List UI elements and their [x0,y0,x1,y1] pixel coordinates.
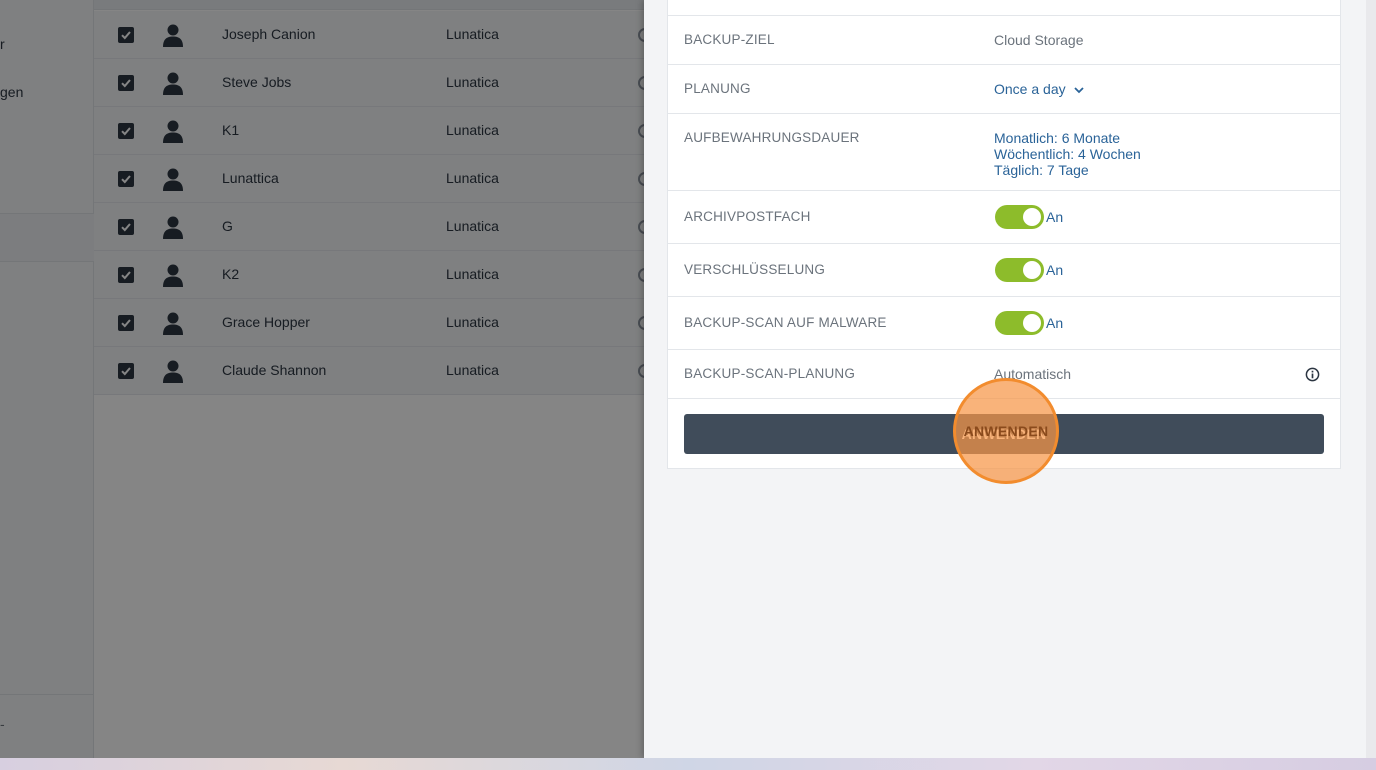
retention-weekly: Wöchentlich: 4 Wochen [994,146,1141,162]
toggle-knob [1023,208,1041,226]
settings-row-archive-mailbox: ARCHIVPOSTFACH An [668,191,1340,244]
backup-target-value: Cloud Storage [994,32,1084,48]
backup-target-label: BACKUP-ZIEL [684,32,775,47]
scan-schedule-label: BACKUP-SCAN-PLANUNG [684,366,856,381]
archive-mailbox-state: An [1046,209,1064,225]
settings-row-encryption: VERSCHLÜSSELUNG An [668,244,1340,297]
toggle-knob [1023,314,1041,332]
retention-label: AUFBEWAHRUNGSDAUER [684,130,860,145]
settings-row-top [668,0,1340,16]
toggle-knob [1023,261,1041,279]
encryption-label: VERSCHLÜSSELUNG [684,262,826,277]
retention-value[interactable]: Monatlich: 6 Monate Wöchentlich: 4 Woche… [994,130,1141,178]
archive-mailbox-label: ARCHIVPOSTFACH [684,209,811,224]
retention-monthly: Monatlich: 6 Monate [994,130,1121,146]
settings-row-malware-scan: BACKUP-SCAN AUF MALWARE An [668,297,1340,350]
malware-scan-label: BACKUP-SCAN AUF MALWARE [684,315,887,330]
malware-scan-toggle[interactable] [995,311,1044,335]
encryption-state: An [1046,262,1064,278]
malware-scan-state: An [1046,315,1064,331]
schedule-value: Once a day [994,81,1066,97]
settings-row-backup-target: BACKUP-ZIEL Cloud Storage [668,16,1340,65]
archive-mailbox-toggle[interactable] [995,205,1044,229]
schedule-dropdown[interactable]: Once a day [994,81,1084,97]
click-highlight-label: ANWENDEN [963,423,1049,439]
retention-daily: Täglich: 7 Tage [994,162,1089,178]
encryption-toggle[interactable] [995,258,1044,282]
desktop-taskbar [0,758,1376,770]
settings-row-schedule: PLANUNG Once a day [668,65,1340,114]
settings-row-retention: AUFBEWAHRUNGSDAUER Monatlich: 6 Monate W… [668,114,1340,191]
window-edge [1366,0,1376,758]
schedule-label: PLANUNG [684,81,751,96]
chevron-down-icon [1073,87,1084,94]
info-icon[interactable] [1305,367,1320,382]
